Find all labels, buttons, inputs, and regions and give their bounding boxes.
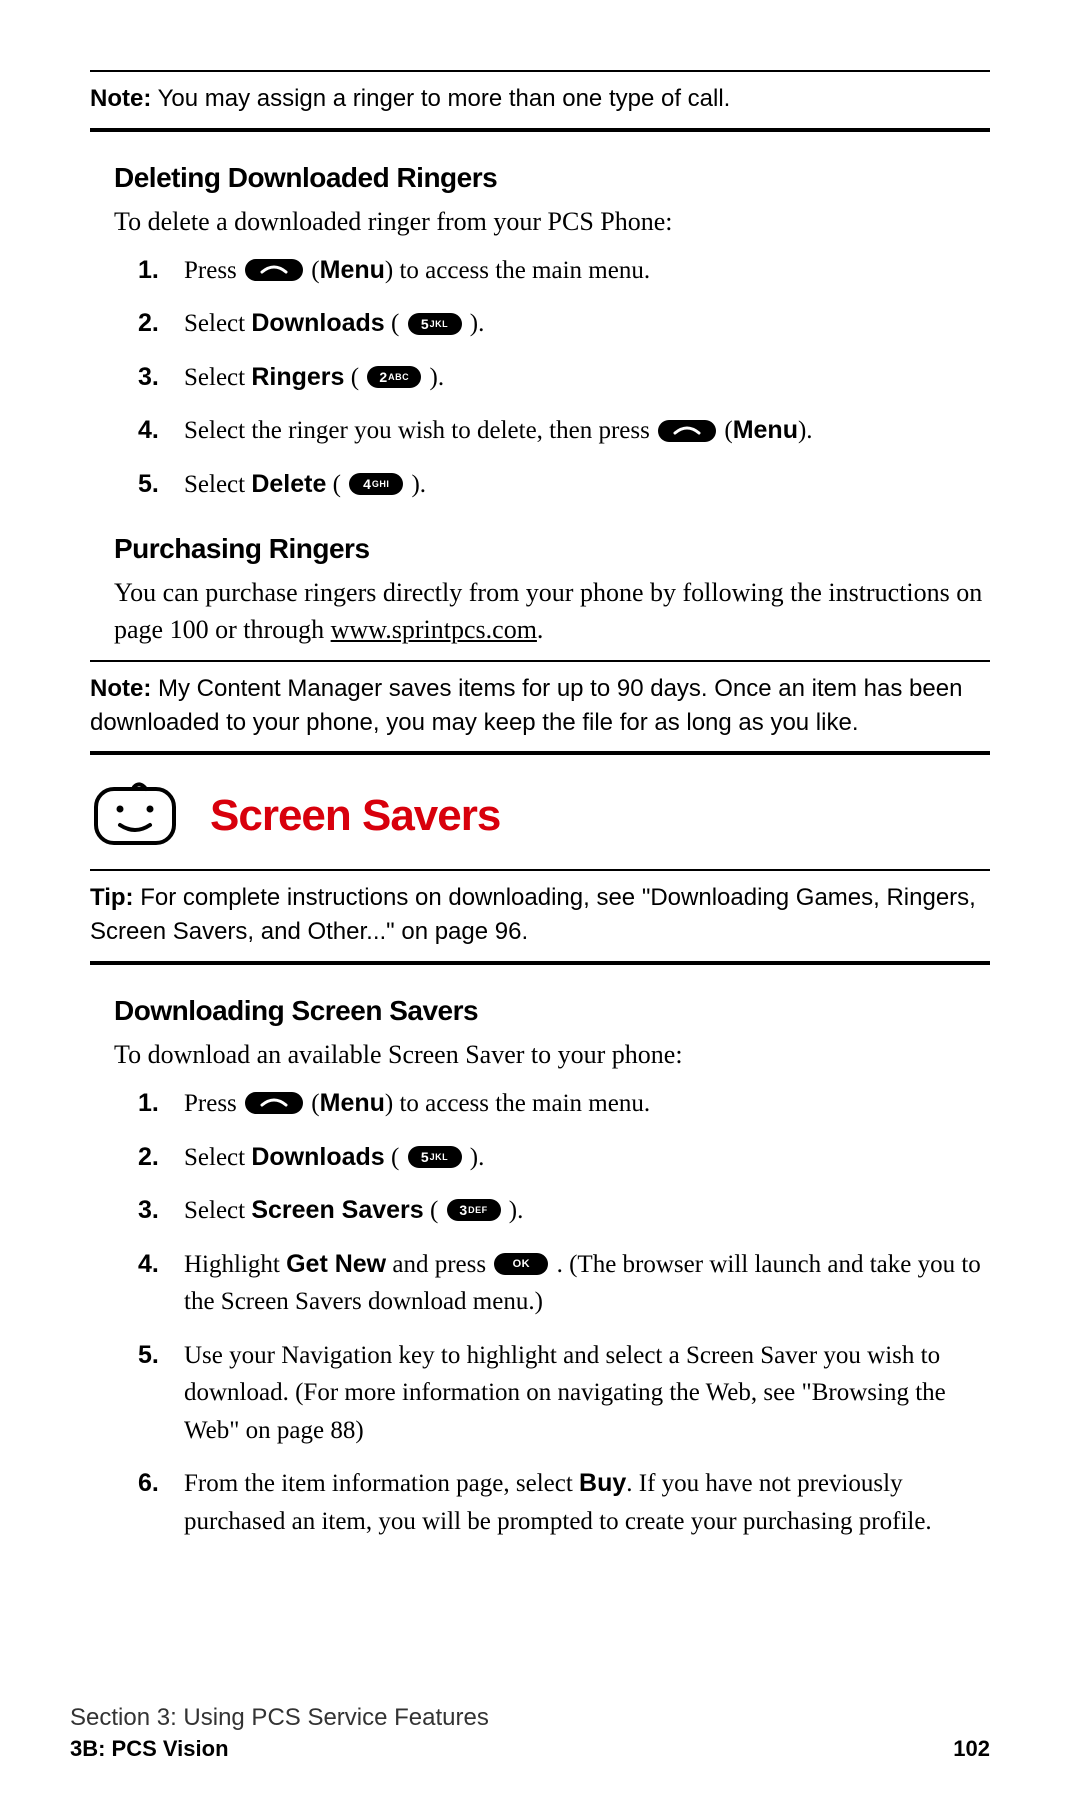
key-3-icon: 3DEF xyxy=(447,1199,501,1221)
note-label: Note: xyxy=(90,85,151,112)
divider xyxy=(90,751,990,755)
step-number: 3. xyxy=(138,1192,159,1230)
section-heading-row: Screen Savers xyxy=(90,781,990,851)
body-text: To delete a downloaded ringer from your … xyxy=(114,204,990,240)
divider xyxy=(90,961,990,965)
step-number: 4. xyxy=(138,1246,159,1284)
step-number: 1. xyxy=(138,252,159,290)
sprintpcs-link[interactable]: www.sprintpcs.com xyxy=(331,615,537,644)
step-number: 3. xyxy=(138,359,159,397)
step: 3. Select Ringers ( 2ABC ). xyxy=(114,359,990,397)
steps-downloading: 1. Press (Menu) to access the main menu.… xyxy=(114,1085,990,1540)
step-number: 1. xyxy=(138,1085,159,1123)
step: 3. Select Screen Savers ( 3DEF ). xyxy=(114,1192,990,1230)
step-number: 4. xyxy=(138,412,159,450)
step: 6. From the item information page, selec… xyxy=(114,1465,990,1540)
tip-block: Tip: For complete instructions on downlo… xyxy=(90,871,990,960)
key-5-icon: 5JKL xyxy=(408,313,462,335)
page-footer: Section 3: Using PCS Service Features 3B… xyxy=(70,1704,990,1762)
key-5-icon: 5JKL xyxy=(408,1146,462,1168)
footer-section: Section 3: Using PCS Service Features xyxy=(70,1704,990,1732)
step-number: 5. xyxy=(138,466,159,504)
section-title: Screen Savers xyxy=(210,791,500,841)
heading-purchasing-ringers: Purchasing Ringers xyxy=(114,533,990,565)
step: 1. Press (Menu) to access the main menu. xyxy=(114,252,990,290)
footer-subsection: 3B: PCS Vision xyxy=(70,1736,229,1762)
step: 4. Highlight Get New and press OK . (The… xyxy=(114,1246,990,1321)
key-2-icon: 2ABC xyxy=(367,366,421,388)
step-number: 2. xyxy=(138,1139,159,1177)
step: 4. Select the ringer you wish to delete,… xyxy=(114,412,990,450)
note-label: Note: xyxy=(90,675,151,702)
heading-downloading-screen-savers: Downloading Screen Savers xyxy=(114,995,990,1027)
step: 5. Use your Navigation key to highlight … xyxy=(114,1337,990,1450)
menu-key-icon xyxy=(245,1092,303,1114)
key-4-icon: 4GHI xyxy=(349,473,403,495)
note-text: My Content Manager saves items for up to… xyxy=(90,675,962,736)
step: 1. Press (Menu) to access the main menu. xyxy=(114,1085,990,1123)
step-number: 2. xyxy=(138,305,159,343)
divider xyxy=(90,128,990,132)
step-number: 6. xyxy=(138,1465,159,1503)
page-number: 102 xyxy=(953,1736,990,1762)
ok-key-icon: OK xyxy=(494,1253,548,1275)
step: 5. Select Delete ( 4GHI ). xyxy=(114,466,990,504)
heading-deleting-ringers: Deleting Downloaded Ringers xyxy=(114,162,990,194)
body-text: To download an available Screen Saver to… xyxy=(114,1037,990,1073)
note-block: Note: My Content Manager saves items for… xyxy=(90,662,990,751)
note-block: Note: You may assign a ringer to more th… xyxy=(90,72,990,128)
steps-deleting: 1. Press (Menu) to access the main menu.… xyxy=(114,252,990,504)
step-number: 5. xyxy=(138,1337,159,1375)
menu-key-icon xyxy=(658,420,716,442)
manual-page: Note: You may assign a ringer to more th… xyxy=(0,0,1080,1800)
tip-label: Tip: xyxy=(90,884,134,911)
tip-text: For complete instructions on downloading… xyxy=(90,884,976,945)
step: 2. Select Downloads ( 5JKL ). xyxy=(114,1139,990,1177)
note-text: You may assign a ringer to more than one… xyxy=(151,85,730,112)
body-text: You can purchase ringers directly from y… xyxy=(114,575,990,648)
menu-key-icon xyxy=(245,259,303,281)
screen-saver-icon xyxy=(90,781,180,851)
step: 2. Select Downloads ( 5JKL ). xyxy=(114,305,990,343)
